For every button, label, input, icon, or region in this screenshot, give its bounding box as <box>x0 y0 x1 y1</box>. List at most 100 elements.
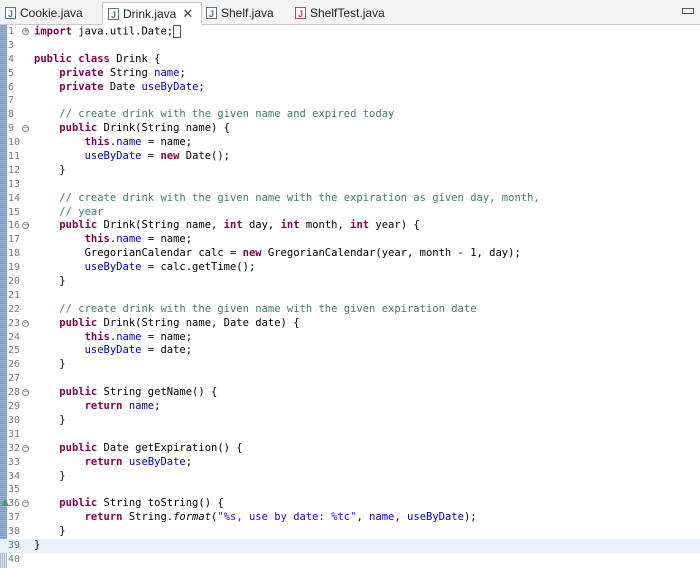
code-line[interactable]: 7 <box>0 94 700 108</box>
code-text: } <box>34 469 66 482</box>
code-line[interactable]: 1 + import java.util.Date; <box>0 25 700 39</box>
code-text: public String getName() { <box>59 386 218 399</box>
line-number: 3 <box>8 39 15 51</box>
code-line[interactable]: 30 } <box>0 414 700 428</box>
line-number: 13 <box>8 178 21 190</box>
line-number: 20 <box>8 276 21 288</box>
code-line[interactable]: 21 <box>0 289 700 303</box>
line-number: 35 <box>8 484 21 496</box>
line-number: 18 <box>8 248 21 260</box>
line-number: 19 <box>8 262 21 274</box>
code-line[interactable]: 31 <box>0 428 700 442</box>
tab-shelftest-java[interactable]: J ShelfTest.java <box>290 2 400 23</box>
code-text: return String.format("%s, use by date: %… <box>84 511 477 524</box>
code-text: } <box>34 275 66 288</box>
line-number: 29 <box>8 401 21 413</box>
code-text: import java.util.Date; <box>34 25 182 39</box>
override-marker-icon <box>1 499 9 507</box>
java-test-file-icon: J <box>295 6 306 19</box>
line-number: 38 <box>8 526 21 538</box>
line-number: 7 <box>8 95 15 107</box>
line-number: 33 <box>8 456 21 468</box>
code-text: public Drink(String name) { <box>59 122 230 135</box>
code-line[interactable]: 22 // create drink with the given name w… <box>0 303 700 317</box>
tab-drink-java[interactable]: J Drink.java ✕ <box>102 2 202 25</box>
code-text: public Date getExpiration() { <box>59 441 243 454</box>
collapse-fold-icon[interactable]: − <box>22 389 29 397</box>
code-line[interactable]: 13 <box>0 178 700 192</box>
code-line[interactable]: 37 return String.format("%s, use by date… <box>0 511 700 525</box>
code-text: return useByDate; <box>84 455 193 468</box>
code-line[interactable]: 11 useByDate = new Date(); <box>0 150 700 164</box>
editor-tab-bar: J Cookie.java J Drink.java ✕ J Shelf.jav… <box>0 0 700 25</box>
code-line[interactable]: 33 return useByDate; <box>0 456 700 470</box>
code-line[interactable]: 4 public class Drink { <box>0 53 700 67</box>
code-line[interactable]: 18 GregorianCalendar calc = new Gregoria… <box>0 247 700 261</box>
code-line[interactable]: 35 <box>0 483 700 497</box>
code-line[interactable]: 34 } <box>0 470 700 484</box>
code-editor[interactable]: 1 + import java.util.Date; 3 4 public class D… <box>0 25 700 567</box>
code-line[interactable]: 32− public Date getExpiration() { <box>0 442 700 456</box>
code-line[interactable]: 17 this.name = name; <box>0 233 700 247</box>
code-line[interactable]: 8 // create drink with the given name an… <box>0 108 700 122</box>
code-text: public Drink(String name, Date date) { <box>59 316 300 329</box>
code-line[interactable]: 40 <box>0 553 700 567</box>
code-text: useByDate = calc.getTime(); <box>84 261 256 274</box>
code-line[interactable]: 38 } <box>0 525 700 539</box>
tab-label: Cookie.java <box>20 5 83 20</box>
code-text: // create drink with the given name with… <box>59 302 477 315</box>
line-number: 37 <box>8 512 21 524</box>
code-line[interactable]: 28− public String getName() { <box>0 386 700 400</box>
code-line[interactable]: 29 return name; <box>0 400 700 414</box>
code-line[interactable]: 23− public Drink(String name, Date date)… <box>0 317 700 331</box>
code-line[interactable]: 15 // year <box>0 206 700 220</box>
code-text: // year <box>59 205 104 218</box>
collapse-fold-icon[interactable]: − <box>22 444 29 452</box>
java-file-icon: J <box>108 8 119 20</box>
minimize-icon[interactable] <box>682 8 694 14</box>
code-line[interactable]: 5 private String name; <box>0 67 700 81</box>
java-file-icon: J <box>5 6 16 19</box>
line-number: 27 <box>8 373 21 385</box>
code-line[interactable]: 14 // create drink with the given name w… <box>0 192 700 206</box>
code-line[interactable]: 20 } <box>0 275 700 289</box>
code-text: private Date useByDate; <box>59 80 205 93</box>
tab-cookie-java[interactable]: J Cookie.java <box>0 2 102 23</box>
code-line[interactable]: 25 useByDate = date; <box>0 344 700 358</box>
line-number: 12 <box>8 164 21 176</box>
code-line[interactable]: 39} <box>0 538 700 553</box>
code-line[interactable]: 27 <box>0 372 700 386</box>
collapse-fold-icon[interactable]: − <box>22 222 29 230</box>
code-line[interactable]: 3 <box>0 39 700 53</box>
tab-shelf-java[interactable]: J Shelf.java <box>201 2 287 23</box>
java-file-icon: J <box>206 6 217 19</box>
code-line[interactable]: 16− public Drink(String name, int day, i… <box>0 219 700 233</box>
folded-region-icon[interactable] <box>173 25 182 38</box>
line-number: 31 <box>8 428 21 440</box>
code-text: } <box>34 358 66 371</box>
line-number: 21 <box>8 289 21 301</box>
line-number: 40 <box>8 553 21 565</box>
line-number: 5 <box>8 67 15 79</box>
code-line[interactable]: 26 } <box>0 358 700 372</box>
code-line[interactable]: 12 } <box>0 164 700 178</box>
expand-fold-icon[interactable]: + <box>22 28 29 35</box>
code-text: } <box>34 413 66 426</box>
code-text: public String toString() { <box>59 497 224 510</box>
line-number: 34 <box>8 470 21 482</box>
code-line[interactable]: 36− public String toString() { <box>0 497 700 511</box>
code-line[interactable]: 6 private Date useByDate; <box>0 81 700 95</box>
collapse-fold-icon[interactable]: − <box>22 319 29 327</box>
tab-label: Shelf.java <box>221 5 274 20</box>
line-number: 11 <box>8 151 21 163</box>
code-line[interactable]: 19 useByDate = calc.getTime(); <box>0 261 700 275</box>
collapse-fold-icon[interactable]: − <box>22 500 29 508</box>
code-line[interactable]: 24 this.name = name; <box>0 331 700 345</box>
code-line[interactable]: 10 this.name = name; <box>0 136 700 150</box>
code-text: } <box>34 163 66 176</box>
line-number: 25 <box>8 345 21 357</box>
code-line[interactable]: 9− public Drink(String name) { <box>0 122 700 136</box>
tab-label: ShelfTest.java <box>310 5 385 20</box>
collapse-fold-icon[interactable]: − <box>22 125 29 133</box>
close-icon[interactable]: ✕ <box>182 6 193 22</box>
